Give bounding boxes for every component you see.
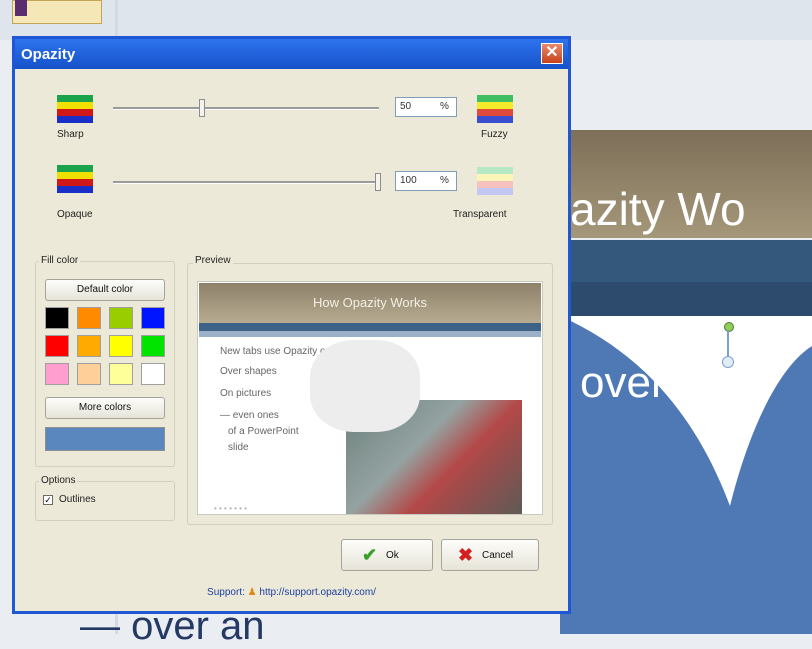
slide-band-lower: [560, 282, 812, 316]
palette-yellow-green[interactable]: [109, 307, 133, 329]
support-person-icon: ♟: [247, 587, 257, 598]
palette-amber[interactable]: [77, 335, 101, 357]
preview-slide-title: How Opazity Works: [313, 295, 427, 310]
slide-text-s: s: [716, 446, 735, 488]
slide-thumbnail-mark: [15, 0, 27, 16]
preview-slide-band: [199, 323, 541, 331]
palette-yellow[interactable]: [109, 335, 133, 357]
options-group: [35, 481, 175, 521]
support-link[interactable]: http://support.opazity.com/: [259, 587, 376, 598]
transparent-label: Transparent: [453, 209, 507, 220]
sharpness-slider-thumb[interactable]: [199, 99, 205, 117]
palette-red[interactable]: [45, 335, 69, 357]
opacity-value: 100: [400, 175, 417, 186]
transparent-swatch-icon: [477, 167, 513, 195]
preview-slide-band-light: [199, 331, 541, 337]
opacity-spinbox[interactable]: 100 %: [395, 171, 457, 191]
preview-bullet-4: — even ones: [220, 410, 279, 421]
sharpness-spinbox[interactable]: 50 %: [395, 97, 457, 117]
palette-light-yellow[interactable]: [109, 363, 133, 385]
preview-slide: How Opazity Works New tabs use Opazity o…: [197, 281, 543, 515]
preview-bullet-4-end: slide: [228, 442, 249, 453]
opaque-swatch-icon: [57, 165, 93, 193]
preview-blur-shape: [310, 340, 420, 432]
palette-pink[interactable]: [45, 363, 69, 385]
rotate-handle[interactable]: [724, 322, 734, 332]
cancel-label: Cancel: [482, 550, 514, 561]
cancel-button[interactable]: ✖ Cancel: [441, 539, 539, 571]
fuzzy-label: Fuzzy: [481, 129, 508, 140]
palette-white[interactable]: [141, 363, 165, 385]
palette-peach[interactable]: [77, 363, 101, 385]
opazity-dialog: Opazity ✕ Sharp 50 % Fuzzy Opaque 100 % …: [12, 36, 571, 614]
preview-bullet-3: On pictures: [220, 388, 272, 399]
opacity-unit: %: [440, 175, 449, 186]
selected-color-preview: [45, 427, 165, 451]
preview-footer-dots: • • • • • • •: [214, 504, 247, 513]
dialog-titlebar[interactable]: Opazity ✕: [15, 39, 568, 69]
sharp-swatch-icon: [57, 95, 93, 123]
fill-color-title: Fill color: [39, 255, 81, 266]
preview-bullet-4-cont: of a PowerPoint: [228, 426, 299, 437]
check-icon: ✔: [362, 545, 378, 565]
ok-label: Ok: [386, 550, 399, 561]
more-colors-button[interactable]: More colors: [45, 397, 165, 419]
sharpness-value: 50: [400, 101, 412, 112]
close-button[interactable]: ✕: [541, 43, 563, 64]
fuzzy-swatch-icon: [477, 95, 513, 123]
default-color-button[interactable]: Default color: [45, 279, 165, 301]
outlines-checkbox[interactable]: ✓: [43, 495, 53, 505]
sharp-label: Sharp: [57, 129, 84, 140]
sharpness-unit: %: [440, 101, 449, 112]
palette-black[interactable]: [45, 307, 69, 329]
ok-button[interactable]: ✔ Ok: [341, 539, 433, 571]
opacity-slider-track[interactable]: [113, 181, 379, 184]
palette-blue[interactable]: [141, 307, 165, 329]
preview-slide-header: How Opazity Works: [199, 283, 541, 323]
palette-orange[interactable]: [77, 307, 101, 329]
support-line: Support: ♟ http://support.opazity.com/: [15, 587, 568, 598]
slide-text-over: over tex: [580, 358, 737, 407]
opaque-label: Opaque: [57, 209, 93, 220]
rotate-handle-line: [727, 330, 729, 358]
slide-title-text: azity Wo: [570, 183, 746, 235]
background-toolbar: [0, 0, 812, 40]
support-label: Support:: [207, 587, 245, 598]
opacity-slider-thumb[interactable]: [375, 173, 381, 191]
preview-title: Preview: [193, 255, 233, 266]
outlines-label: Outlines: [59, 494, 96, 505]
palette-green[interactable]: [141, 335, 165, 357]
options-title: Options: [39, 475, 78, 486]
sharpness-slider-track[interactable]: [113, 107, 379, 110]
resize-handle[interactable]: [722, 356, 734, 368]
dialog-title: Opazity: [21, 46, 76, 63]
preview-bullet-2: Over shapes: [220, 366, 277, 377]
cancel-x-icon: ✖: [458, 545, 474, 565]
